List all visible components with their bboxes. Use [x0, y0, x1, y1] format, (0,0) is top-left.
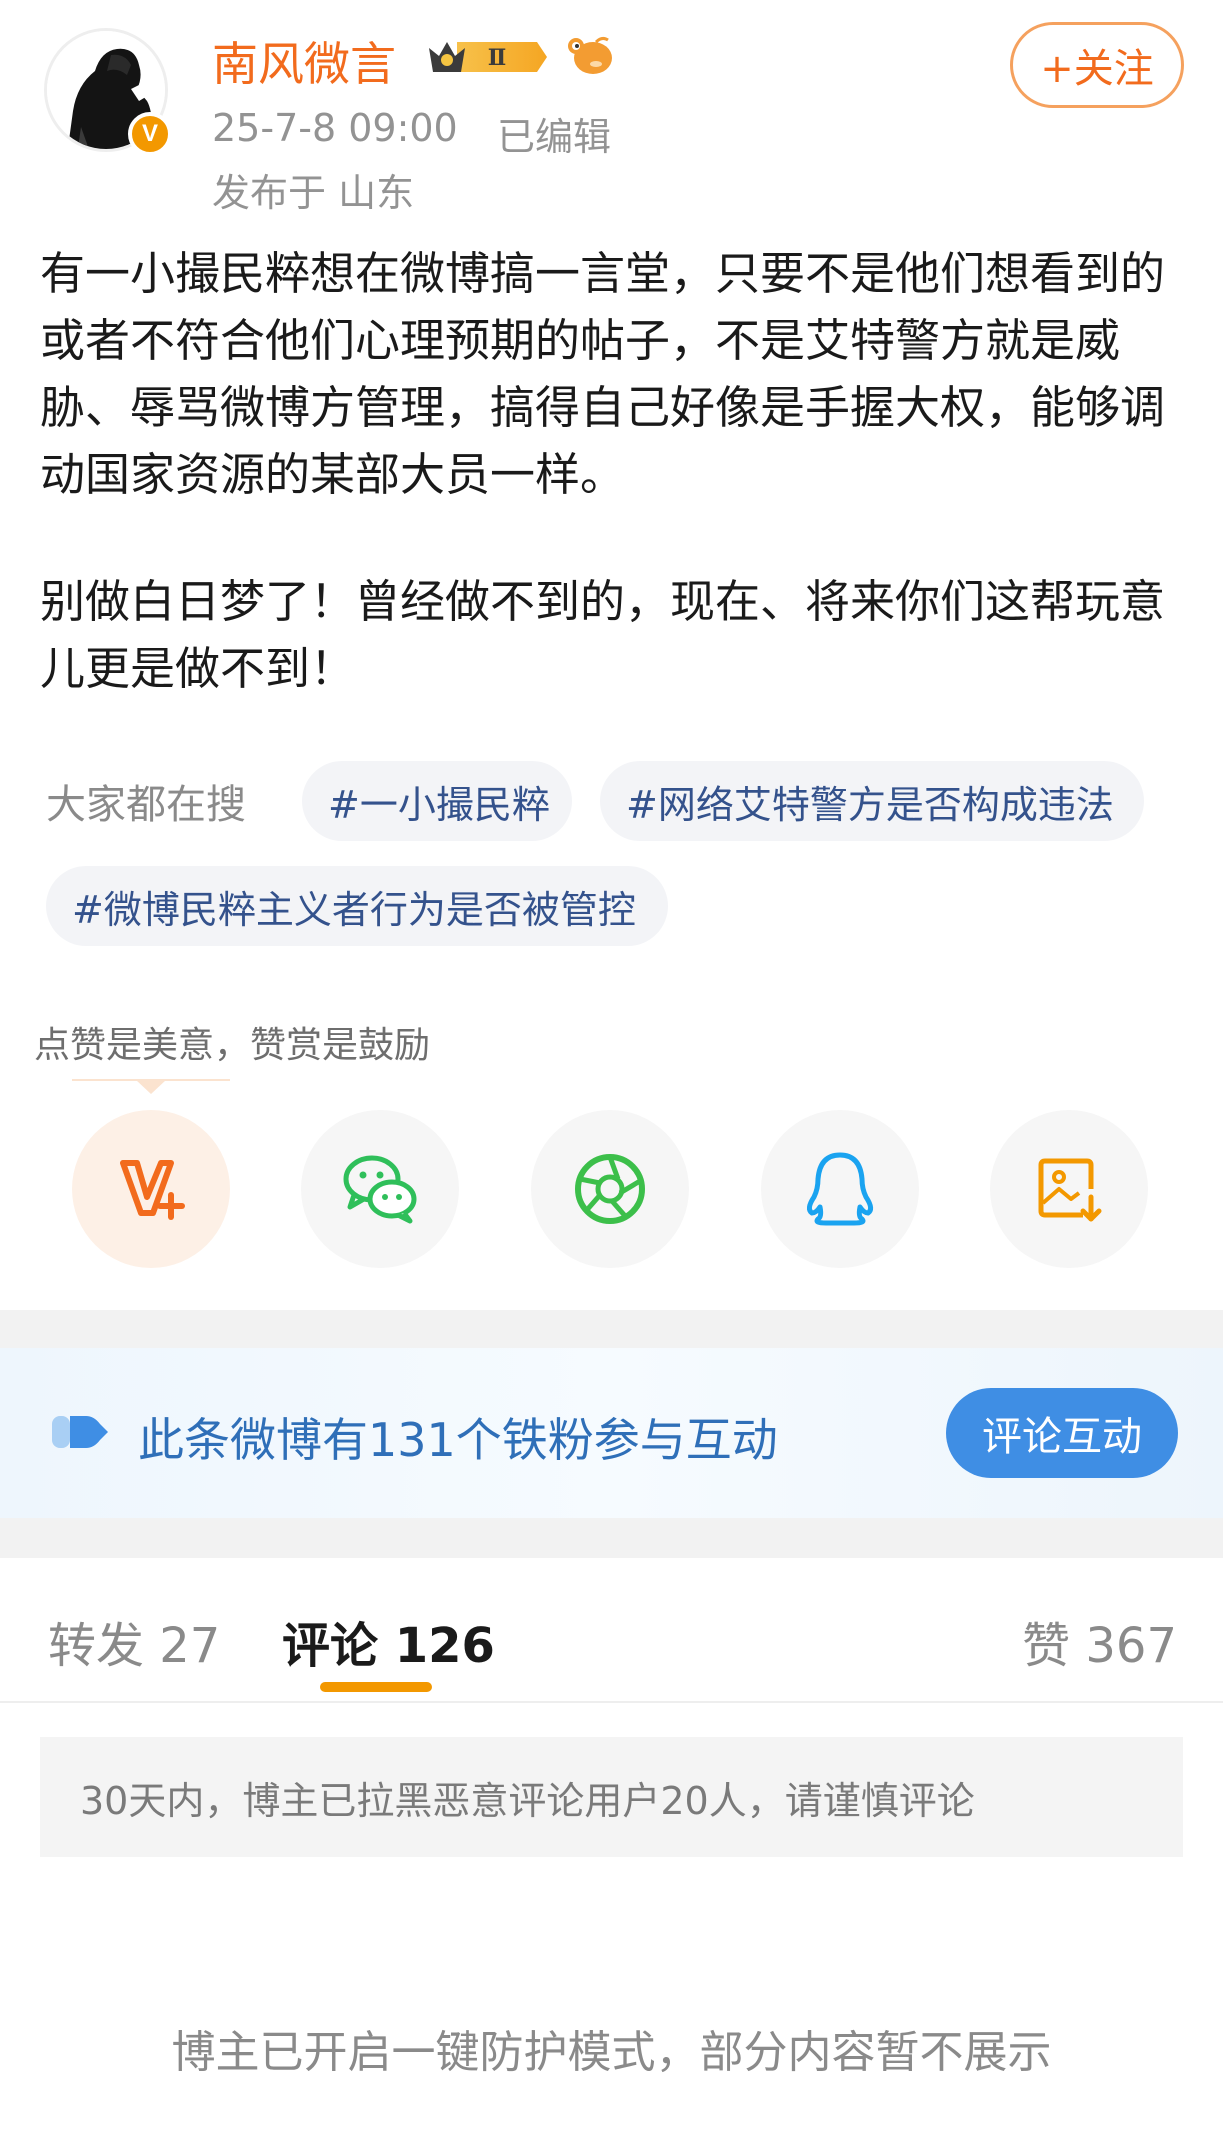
topic-chip[interactable]: #网络艾特警方是否构成违法	[600, 761, 1144, 841]
comment-interact-button[interactable]: 评论互动	[946, 1388, 1178, 1478]
tab-comment[interactable]: 评论 126	[282, 1606, 495, 1676]
iron-fans-banner[interactable]: 此条微博有131个铁粉参与互动 评论互动	[0, 1348, 1223, 1518]
verified-badge-icon: V	[128, 112, 172, 156]
post-paragraph: 别做白日梦了！曾经做不到的，现在、将来你们这帮玩意儿更是做不到！	[40, 575, 1166, 695]
avatar[interactable]: V	[44, 28, 174, 158]
post-content: 有一小撮民粹想在微博搞一言堂，只要不是他们想看到的或者不符合他们心理预期的帖子，…	[40, 240, 1190, 702]
edited-label[interactable]: 已编辑	[497, 106, 611, 161]
topic-chip[interactable]: #一小撮民粹	[302, 761, 572, 841]
post-header: V 南风微言 Ⅱ 25-7-8 09:00 已编辑 发布于 山东 +关注	[0, 0, 1223, 215]
trending-search-label: 大家都在搜	[46, 782, 246, 828]
section-divider	[0, 1518, 1223, 1558]
reward-v-plus-icon	[120, 1160, 185, 1220]
reward-note: 点赞是美意，赞赏是鼓励	[34, 1025, 431, 1066]
share-wechat-button[interactable]	[301, 1110, 459, 1268]
active-tab-indicator	[320, 1682, 432, 1692]
post-location: 发布于 山东	[212, 171, 415, 215]
iron-fans-text: 此条微博有131个铁粉参与互动	[138, 1413, 778, 1467]
save-image-button[interactable]	[990, 1110, 1148, 1268]
tab-repost[interactable]: 转发 27	[48, 1606, 220, 1676]
tooltip-pointer-icon	[72, 1079, 230, 1094]
protection-mode-notice: 博主已开启一键防护模式，部分内容暂不展示	[171, 2027, 1052, 2078]
post-tabs: 转发 27 评论 126 赞 367	[0, 1558, 1223, 1703]
blacklist-notice: 30天内，博主已拉黑恶意评论用户20人，请谨慎评论	[40, 1737, 1183, 1857]
reward-button[interactable]	[72, 1110, 230, 1268]
fan-pet-icon[interactable]	[566, 34, 616, 80]
share-qq-button[interactable]	[761, 1110, 919, 1268]
qq-icon	[806, 1152, 874, 1226]
section-divider	[0, 1310, 1223, 1348]
topic-chip[interactable]: #微博民粹主义者行为是否被管控	[46, 866, 668, 946]
save-image-icon	[1038, 1158, 1102, 1222]
tab-like[interactable]: 赞 367	[1022, 1606, 1177, 1676]
vip-level-text: Ⅱ	[488, 45, 507, 71]
share-moments-button[interactable]	[531, 1110, 689, 1268]
vip-crown-badge-icon[interactable]: Ⅱ	[425, 34, 551, 80]
username[interactable]: 南风微言	[212, 28, 396, 94]
post-time: 25-7-8 09:00	[212, 106, 458, 150]
wechat-icon	[343, 1155, 417, 1224]
post-paragraph: 有一小撮民粹想在微博搞一言堂，只要不是他们想看到的或者不符合他们心理预期的帖子，…	[40, 247, 1166, 501]
fans-play-icon	[52, 1416, 108, 1448]
moments-icon	[575, 1154, 645, 1224]
follow-button[interactable]: +关注	[1010, 22, 1184, 108]
